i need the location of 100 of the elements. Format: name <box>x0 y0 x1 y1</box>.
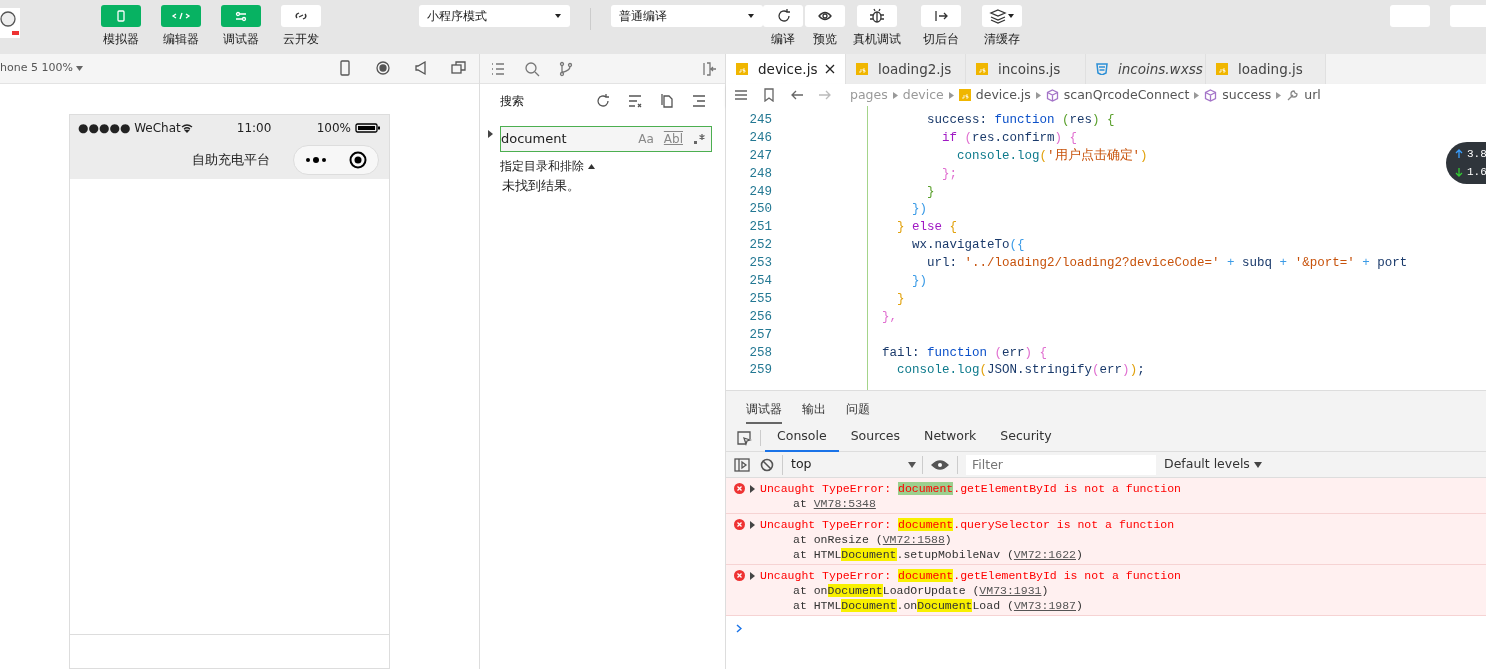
stack-trace-line: at onDocumentLoadOrUpdate (VM73:1931) <box>792 583 1050 598</box>
expand-toggle-icon[interactable] <box>750 520 756 529</box>
devtools-panel-tab[interactable]: Security <box>988 423 1064 452</box>
source-link[interactable]: VM72:1588 <box>882 533 945 546</box>
mode-toggle-button[interactable] <box>161 5 201 27</box>
windows-icon[interactable] <box>451 60 467 77</box>
search-highlight: Document <box>841 548 897 561</box>
source-link[interactable]: VM73:1931 <box>979 584 1042 597</box>
toolbar-button[interactable] <box>982 5 1022 27</box>
editor-tab[interactable]: loading2.js <box>846 54 966 84</box>
breadcrumb-item[interactable]: device.js <box>975 85 1031 105</box>
clear-console-icon[interactable] <box>760 457 774 472</box>
stack-trace-line: at HTMLDocument.setupMobileNav (VM72:1622) <box>792 547 1084 562</box>
editor-tab[interactable]: incoins.wxss <box>1086 54 1206 84</box>
code-line: }) <box>911 201 928 219</box>
toolbar-button[interactable] <box>763 5 803 27</box>
source-link[interactable]: VM78:5348 <box>813 497 876 510</box>
devtools-panel-tab[interactable]: Sources <box>838 423 913 452</box>
battery-percent: 100% <box>316 119 351 137</box>
dropdown[interactable]: 小程序模式 <box>419 5 570 27</box>
prompt-icon[interactable] <box>736 624 742 633</box>
code-line: } <box>926 183 935 201</box>
up-arrow-icon <box>1455 149 1463 159</box>
log-levels-dropdown[interactable]: Default levels <box>1164 455 1262 474</box>
expand-toggle-icon[interactable] <box>750 571 756 580</box>
chevron-icon <box>1276 91 1282 99</box>
line-number: 255 <box>748 290 772 308</box>
bookmark-icon[interactable] <box>762 88 776 102</box>
caret-icon <box>76 65 84 71</box>
bug-icon <box>868 8 886 24</box>
regex-icon[interactable] <box>693 133 705 145</box>
speaker-icon[interactable] <box>413 60 429 77</box>
line-number: 251 <box>748 219 772 237</box>
search-field[interactable]: document Aa Abl <box>500 126 712 152</box>
devtools-tab[interactable]: 输出 <box>802 394 826 424</box>
code-line: }) <box>911 273 928 290</box>
mode-toggle-label: 云开发 <box>283 31 319 48</box>
refresh-icon[interactable] <box>595 93 611 109</box>
mode-toggle-button[interactable] <box>101 5 141 27</box>
editor-tab[interactable]: loading.js <box>1206 54 1326 84</box>
collapse-panel-icon[interactable] <box>701 60 717 77</box>
device-selector[interactable]: hone 5 100% <box>0 60 84 77</box>
error-icon <box>734 519 745 530</box>
editor-tab[interactable]: device.js <box>726 54 846 84</box>
clear-results-icon[interactable] <box>627 93 643 109</box>
collapse-all-icon[interactable] <box>691 93 707 109</box>
record-icon[interactable] <box>375 60 391 77</box>
code-line: url: '../loading2/loading2?deviceCode=' + subq + '&port=' + port <box>926 255 1408 273</box>
toolbar-button[interactable] <box>921 5 961 27</box>
scope-toggle[interactable]: 指定目录和排除 <box>500 157 584 175</box>
inspect-icon[interactable] <box>736 429 752 446</box>
editor-tab[interactable]: incoins.js <box>966 54 1086 84</box>
devtools-tab[interactable]: 问题 <box>846 394 870 424</box>
branch-icon[interactable] <box>558 60 574 77</box>
js-file-icon <box>958 89 971 101</box>
panel-title: 搜索 <box>500 93 524 110</box>
expand-toggle-icon[interactable] <box>750 484 756 493</box>
more-icon <box>305 155 327 164</box>
list-icon[interactable] <box>734 88 748 102</box>
search-highlight: document <box>898 569 954 582</box>
code-line: } <box>896 290 905 308</box>
breadcrumb-item[interactable]: success <box>1222 85 1272 105</box>
mode-toggle-label: 模拟器 <box>103 31 139 48</box>
back-arrow-icon[interactable] <box>790 88 804 102</box>
line-number: 247 <box>748 147 772 165</box>
capsule-menu[interactable] <box>293 144 379 175</box>
search-highlight: Document <box>917 599 973 612</box>
error-icon <box>734 483 745 494</box>
close-icon[interactable] <box>825 64 835 74</box>
line-number: 256 <box>748 308 772 326</box>
toolbar-button-label: 编译 <box>771 31 795 48</box>
copy-icon[interactable] <box>659 93 675 109</box>
breadcrumb-item[interactable]: scanQrcodeConnect <box>1063 85 1190 105</box>
source-link[interactable]: VM72:1622 <box>1013 548 1076 561</box>
mode-toggle-button[interactable] <box>221 5 261 27</box>
mode-toggle-button[interactable] <box>281 5 321 27</box>
filter-field[interactable]: Filter <box>966 454 1156 475</box>
devtools-panel-tab[interactable]: Network <box>912 423 989 452</box>
expand-toggle-icon[interactable] <box>488 130 494 138</box>
eye-icon[interactable] <box>931 458 949 471</box>
line-number: 249 <box>748 183 772 201</box>
context-selector[interactable]: top <box>782 454 922 475</box>
toolbar-button[interactable] <box>805 5 845 27</box>
list-icon[interactable] <box>490 60 506 77</box>
breadcrumb-item[interactable]: url <box>1304 85 1321 105</box>
error-message: Uncaught TypeError: document.querySelector is not a function <box>760 517 1175 532</box>
error-icon <box>734 570 745 581</box>
phone-icon[interactable] <box>337 60 353 77</box>
cube-icon <box>1204 88 1218 102</box>
line-number: 259 <box>748 362 772 380</box>
caret-icon <box>747 13 755 19</box>
sidebar-toggle-icon[interactable] <box>734 457 750 472</box>
dropdown-value: 普通编译 <box>619 8 667 25</box>
source-link[interactable]: VM73:1987 <box>1013 599 1076 612</box>
close-target-icon <box>349 150 367 169</box>
search-icon[interactable] <box>524 60 540 77</box>
toolbar-button-label: 清缓存 <box>984 31 1020 48</box>
toolbar-button[interactable] <box>857 5 897 27</box>
dropdown[interactable]: 普通编译 <box>611 5 763 27</box>
chevron-icon <box>892 91 898 99</box>
